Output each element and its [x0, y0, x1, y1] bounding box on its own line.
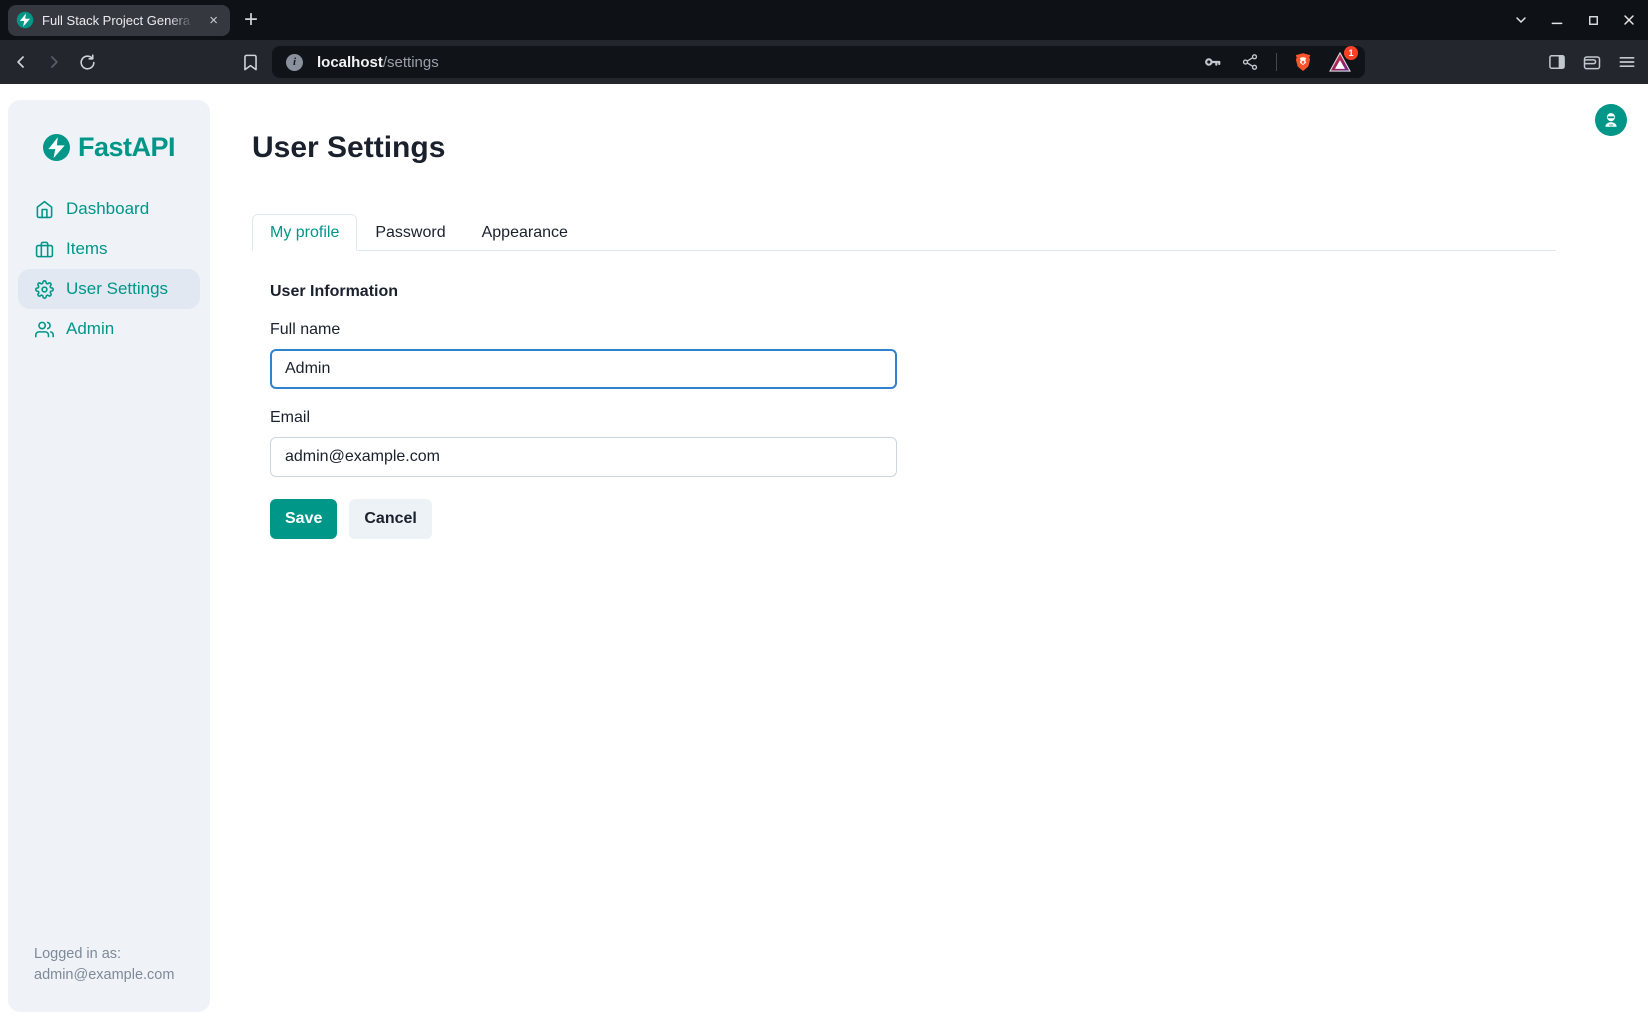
sidebar-nav: Dashboard Items User Settings Admin [8, 189, 210, 349]
sidebar-item-items[interactable]: Items [18, 229, 200, 269]
sidebar-item-label: Items [66, 239, 108, 259]
tab-close-icon[interactable]: × [205, 11, 222, 30]
sidebar-item-dashboard[interactable]: Dashboard [18, 189, 200, 229]
full-name-input[interactable] [270, 349, 897, 389]
url-host: localhost [317, 54, 383, 71]
sidebar-item-admin[interactable]: Admin [18, 309, 200, 349]
window-close-button[interactable] [1618, 9, 1640, 31]
tab-my-profile[interactable]: My profile [252, 214, 357, 251]
logged-in-email: admin@example.com [34, 965, 196, 986]
url-text: localhost/settings [317, 54, 439, 71]
reload-button[interactable] [76, 51, 98, 73]
new-tab-button[interactable]: + [244, 8, 258, 32]
browser-toolbar: i localhost/settings 1 [0, 40, 1648, 84]
profile-panel: User Information Full name Email Save Ca… [252, 251, 1648, 539]
save-button[interactable]: Save [270, 499, 337, 539]
sidebar-item-label: User Settings [66, 279, 168, 299]
rewards-badge: 1 [1344, 46, 1358, 60]
bookmark-icon[interactable] [239, 51, 261, 73]
window-maximize-button[interactable] [1582, 9, 1604, 31]
brave-shields-icon[interactable] [1292, 51, 1314, 73]
email-label: Email [270, 409, 1648, 427]
sidebar-item-user-settings[interactable]: User Settings [18, 269, 200, 309]
sidebar-item-label: Dashboard [66, 199, 149, 219]
share-icon[interactable] [1239, 51, 1261, 73]
fastapi-favicon-icon [16, 11, 34, 29]
forward-button[interactable] [43, 51, 65, 73]
full-name-label: Full name [270, 321, 1648, 339]
fastapi-logo-text: FastAPI [78, 132, 175, 163]
sidebar-item-label: Admin [66, 319, 114, 339]
briefcase-icon [35, 240, 54, 259]
cancel-button[interactable]: Cancel [349, 499, 431, 539]
home-icon [35, 200, 54, 219]
sidebar: FastAPI Dashboard Items User Settings [8, 100, 210, 1012]
browser-tab[interactable]: Full Stack Project Genera × [8, 5, 230, 36]
back-button[interactable] [10, 51, 32, 73]
main-area: User Settings My profile Password Appear… [210, 84, 1648, 1025]
fastapi-logo: FastAPI [8, 132, 210, 163]
brave-rewards-icon[interactable]: 1 [1329, 52, 1351, 72]
form-actions: Save Cancel [270, 499, 1648, 539]
tab-title: Full Stack Project Genera [42, 13, 197, 28]
users-icon [35, 320, 54, 339]
password-key-icon[interactable] [1202, 51, 1224, 73]
window-minimize-button[interactable] [1546, 9, 1568, 31]
fastapi-bolt-icon [43, 134, 70, 161]
menu-hamburger-icon[interactable] [1616, 51, 1638, 73]
gear-icon [35, 280, 54, 299]
site-info-icon[interactable]: i [286, 54, 303, 71]
url-bar[interactable]: i localhost/settings 1 [272, 46, 1365, 78]
page-content: FastAPI Dashboard Items User Settings [0, 84, 1648, 1025]
tab-password[interactable]: Password [357, 214, 463, 251]
section-title: User Information [270, 283, 1648, 301]
email-input[interactable] [270, 437, 897, 477]
sidebar-panel-icon[interactable] [1546, 51, 1568, 73]
url-path: /settings [383, 54, 439, 71]
settings-tabs: My profile Password Appearance [252, 214, 1556, 251]
browser-tab-strip: Full Stack Project Genera × + [0, 0, 1648, 40]
page-title: User Settings [252, 130, 1648, 166]
tab-appearance[interactable]: Appearance [464, 214, 586, 251]
logged-in-as: Logged in as: admin@example.com [8, 944, 210, 1012]
divider [1276, 53, 1277, 71]
logged-in-label: Logged in as: [34, 944, 196, 965]
wallet-icon[interactable] [1581, 51, 1603, 73]
tab-search-chevron-icon[interactable] [1510, 9, 1532, 31]
